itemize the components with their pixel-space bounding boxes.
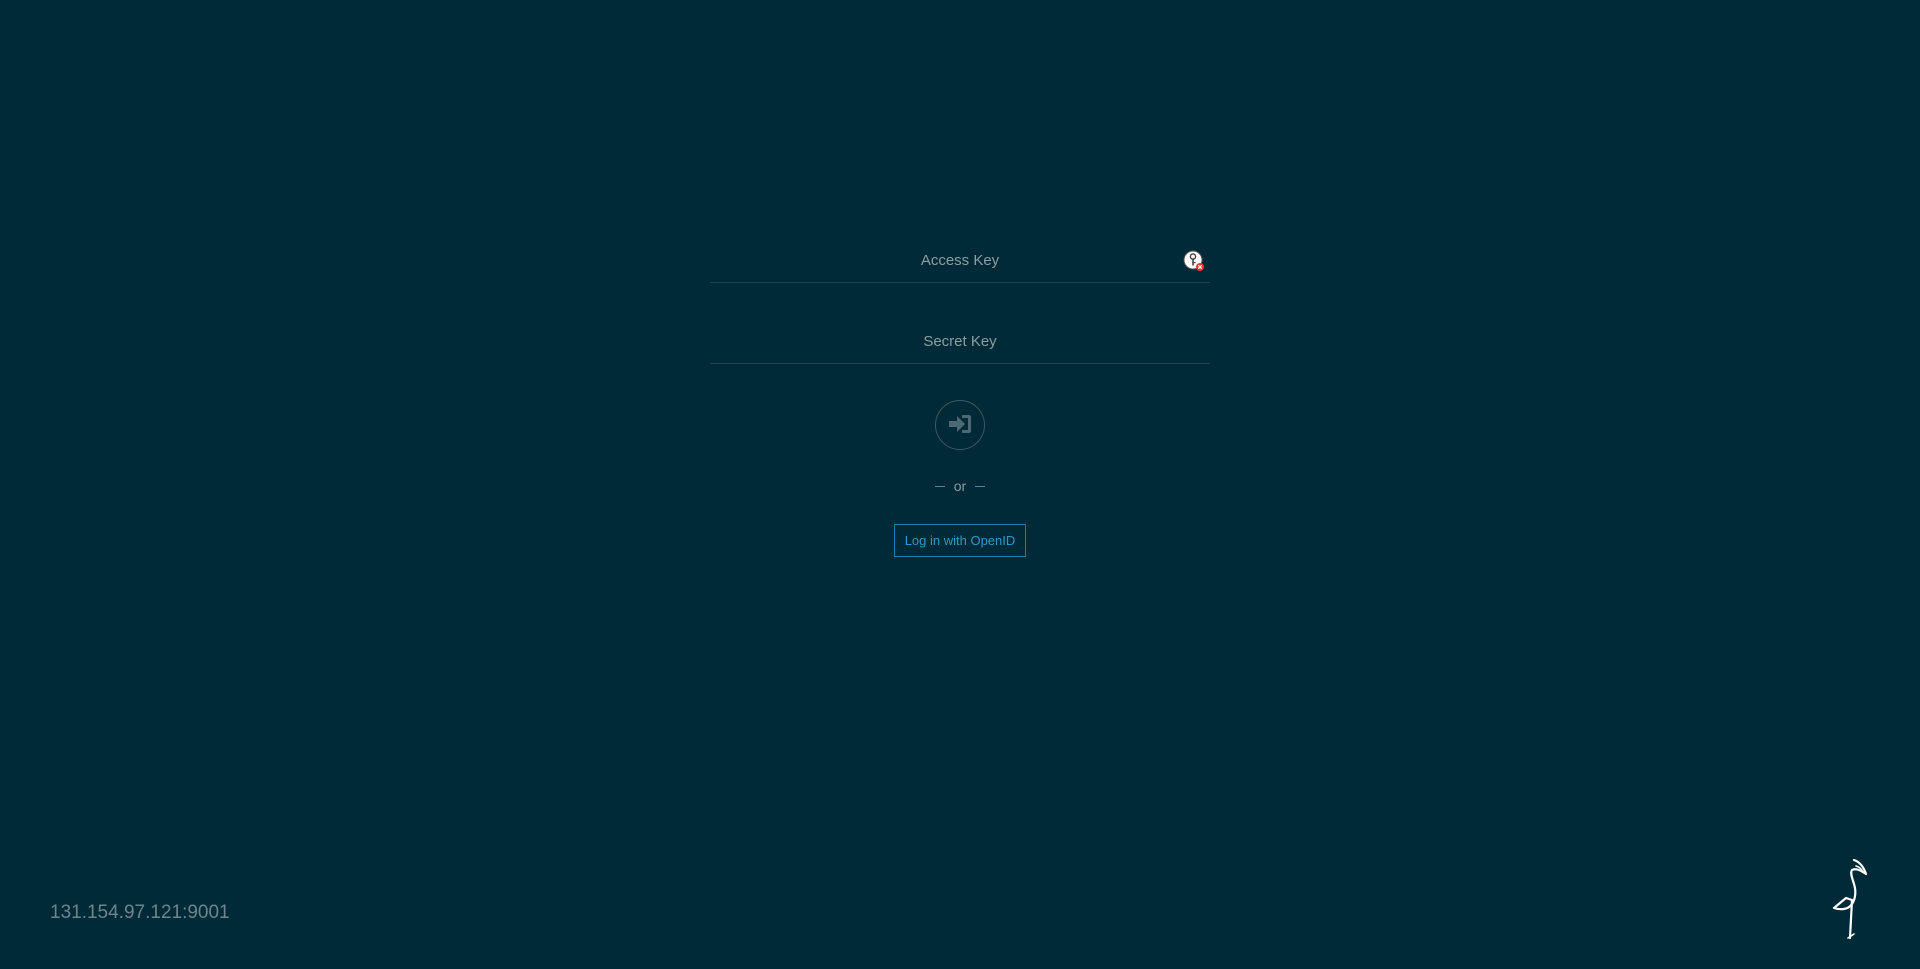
login-submit-button[interactable] (935, 400, 985, 450)
sign-in-arrow-icon (948, 413, 972, 438)
access-key-input[interactable] (710, 238, 1210, 282)
or-dash-left (934, 485, 945, 487)
or-divider: or (710, 478, 1210, 494)
submit-wrapper (710, 400, 1210, 450)
secret-key-field-wrapper (710, 319, 1210, 364)
or-dash-right (975, 485, 986, 487)
openid-login-button[interactable]: Log in with OpenID (893, 524, 1027, 557)
minio-logo (1826, 858, 1872, 940)
openid-wrapper: Log in with OpenID (710, 524, 1210, 557)
login-form: or Log in with OpenID (710, 238, 1210, 557)
login-page: or Log in with OpenID 131.154.97.121:900… (0, 0, 1920, 969)
server-host-address: 131.154.97.121:9001 (50, 902, 230, 923)
key-warning-icon[interactable] (1183, 250, 1205, 272)
access-key-field-wrapper (710, 238, 1210, 283)
or-text: or (953, 478, 967, 494)
secret-key-input[interactable] (710, 319, 1210, 363)
